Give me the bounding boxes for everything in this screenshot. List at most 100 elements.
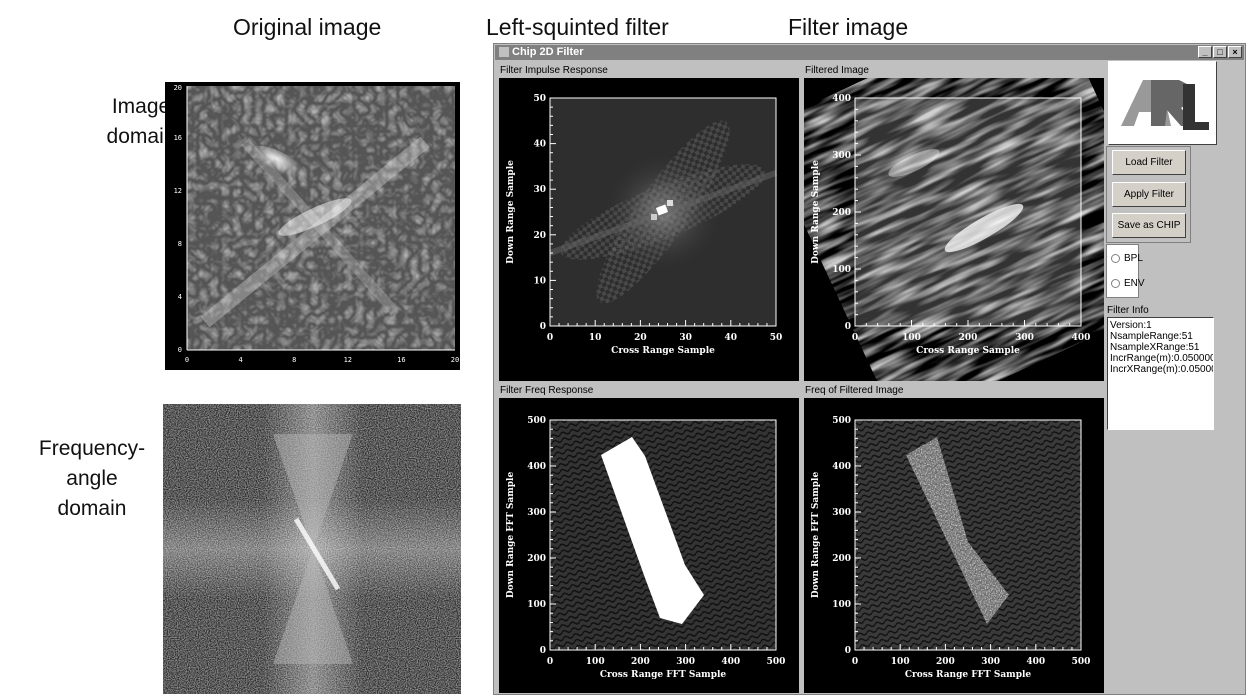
y-tick-label: 20 [533, 231, 546, 241]
original-y-tick: 4 [178, 293, 182, 301]
filter-info-line: Version:1 [1110, 320, 1152, 331]
freq-response-plot: 0 100 200 300 400 500 0 100 200 300 400 500 Cross Ra… [499, 398, 799, 693]
row-label-line: domain [57, 497, 127, 520]
x-tick-label: 0 [547, 333, 553, 343]
original-y-tick: 16 [174, 134, 182, 142]
x-tick-label: 20 [634, 333, 647, 343]
original-image-domain-plot: 0 4 8 12 16 20 0 4 8 12 16 20 [165, 82, 460, 370]
radio-bpl[interactable]: BPL [1111, 253, 1143, 264]
original-image-svg: 0 4 8 12 16 20 0 4 8 12 16 20 [174, 84, 460, 364]
filter-info-line: NsampleRange:51 [1110, 331, 1193, 342]
y-tick-label: 200 [832, 208, 851, 218]
x-tick-label: 300 [1015, 333, 1034, 343]
x-tick-label: 40 [725, 333, 738, 343]
y-axis-label: Down Range FFT Sample [811, 472, 821, 599]
x-tick-label: 50 [770, 333, 783, 343]
x-tick-label: 0 [547, 657, 553, 667]
x-tick-label: 400 [1026, 657, 1045, 667]
x-tick-label: 400 [1072, 333, 1091, 343]
y-tick-label: 0 [845, 322, 851, 332]
window-titlebar[interactable]: Chip 2D Filter _ □ × [495, 45, 1244, 60]
x-tick-label: 10 [589, 333, 602, 343]
y-tick-label: 30 [533, 185, 546, 195]
y-tick-label: 400 [832, 94, 851, 104]
y-tick-label: 100 [832, 265, 851, 275]
close-button[interactable]: × [1228, 46, 1242, 58]
y-tick-label: 0 [540, 322, 546, 332]
impulse-plot: 0 10 20 30 40 50 0 10 20 30 40 50 Cross Range Sample… [499, 78, 799, 381]
minimize-button[interactable]: _ [1198, 46, 1212, 58]
panel-title: Filter Impulse Response [500, 65, 608, 76]
radio-circle-icon [1111, 279, 1120, 288]
y-axis-label: Down Range Sample [506, 160, 516, 264]
x-tick-label: 200 [936, 657, 955, 667]
original-frequency-domain-image [163, 404, 461, 694]
column-title-filter-image: Filter image [788, 14, 909, 40]
filter-info-line: NsampleXRange:51 [1110, 342, 1200, 353]
panel-title: Freq of Filtered Image [805, 385, 904, 396]
original-y-tick: 0 [178, 346, 182, 354]
filter-info-text[interactable]: Version:1 NsampleRange:51 NsampleXRange:51… [1107, 317, 1214, 430]
window-title: Chip 2D Filter [512, 46, 584, 58]
y-tick-label: 50 [533, 94, 546, 104]
column-title-left-squinted-filter: Left-squinted filter [486, 14, 669, 40]
y-tick-label: 300 [527, 508, 546, 518]
y-tick-label: 100 [527, 600, 546, 610]
y-tick-label: 10 [533, 276, 546, 286]
row-label-line: angle [66, 467, 118, 490]
impulse-plot-svg: 0 10 20 30 40 50 0 10 20 30 40 50 Cross Range Sample… [506, 94, 783, 356]
original-x-tick: 0 [185, 356, 189, 364]
chip-2d-filter-window: Chip 2D Filter _ □ × Filter Impulse Resp… [493, 43, 1246, 695]
y-tick-label: 0 [845, 646, 851, 656]
panel-filter-freq-response: Filter Freq Response 0 100 200 300 400 500 0 10… [498, 384, 800, 694]
x-tick-label: 0 [852, 333, 858, 343]
original-x-tick: 16 [397, 356, 405, 364]
original-x-tick: 4 [238, 356, 242, 364]
app-icon [499, 47, 509, 57]
y-tick-label: 0 [540, 646, 546, 656]
original-y-tick: 20 [174, 84, 182, 92]
output-mode-radio-group: BPL ENV [1106, 244, 1145, 298]
action-button-group: Load Filter Apply Filter Save as CHIP [1106, 146, 1191, 243]
x-axis-label: Cross Range FFT Sample [905, 670, 1032, 680]
y-tick-label: 100 [832, 600, 851, 610]
y-tick-label: 400 [527, 462, 546, 472]
load-filter-button[interactable]: Load Filter [1112, 150, 1186, 175]
y-tick-label: 200 [832, 554, 851, 564]
panel-impulse-response: Filter Impulse Response 0 10 20 30 40 50… [498, 64, 800, 382]
x-tick-label: 100 [902, 333, 921, 343]
y-tick-label: 300 [832, 508, 851, 518]
panel-filtered-image: Filtered Image 0 100 200 300 400 0 100 200 300 40… [803, 64, 1105, 382]
x-tick-label: 500 [1072, 657, 1091, 667]
save-as-chip-button[interactable]: Save as CHIP [1112, 213, 1186, 238]
original-spectrum-svg [163, 404, 461, 694]
row-label-frequency-domain: Frequency- angle domain [32, 434, 152, 524]
filter-info-line: IncrRange(m):0.0500000 [1110, 353, 1214, 364]
panel-title: Filtered Image [805, 65, 869, 76]
original-x-tick: 8 [292, 356, 296, 364]
apply-filter-button[interactable]: Apply Filter [1112, 182, 1186, 207]
original-y-tick: 8 [178, 240, 182, 248]
filtered-plot-svg: 0 100 200 300 400 0 100 200 300 400 Cross Range Sa… [804, 78, 1104, 381]
y-tick-label: 200 [527, 554, 546, 564]
y-tick-label: 300 [832, 151, 851, 161]
y-tick-label: 400 [832, 462, 851, 472]
column-title-original: Original image [233, 14, 382, 40]
x-tick-label: 100 [586, 657, 605, 667]
radio-env[interactable]: ENV [1111, 278, 1145, 289]
original-x-tick: 12 [344, 356, 352, 364]
radio-label: BPL [1124, 253, 1143, 264]
original-y-ticks: 0 4 8 12 16 20 [174, 84, 182, 354]
x-axis-label: Cross Range FFT Sample [600, 670, 727, 680]
x-tick-label: 30 [679, 333, 692, 343]
row-label-line: Frequency- [38, 437, 146, 460]
panel-freq-filtered-image: Freq of Filtered Image 0 100 200 300 400… [803, 384, 1105, 694]
filter-info-label: Filter Info [1107, 305, 1149, 316]
x-tick-label: 200 [631, 657, 650, 667]
maximize-button[interactable]: □ [1213, 46, 1227, 58]
arl-logo-svg: ARL [1121, 80, 1209, 142]
filtered-plot: 0 100 200 300 400 0 100 200 300 400 Cross Range Sa… [804, 78, 1104, 381]
y-axis-label: Down Range Sample [811, 160, 821, 264]
x-tick-label: 300 [981, 657, 1000, 667]
panel-title: Filter Freq Response [500, 385, 594, 396]
